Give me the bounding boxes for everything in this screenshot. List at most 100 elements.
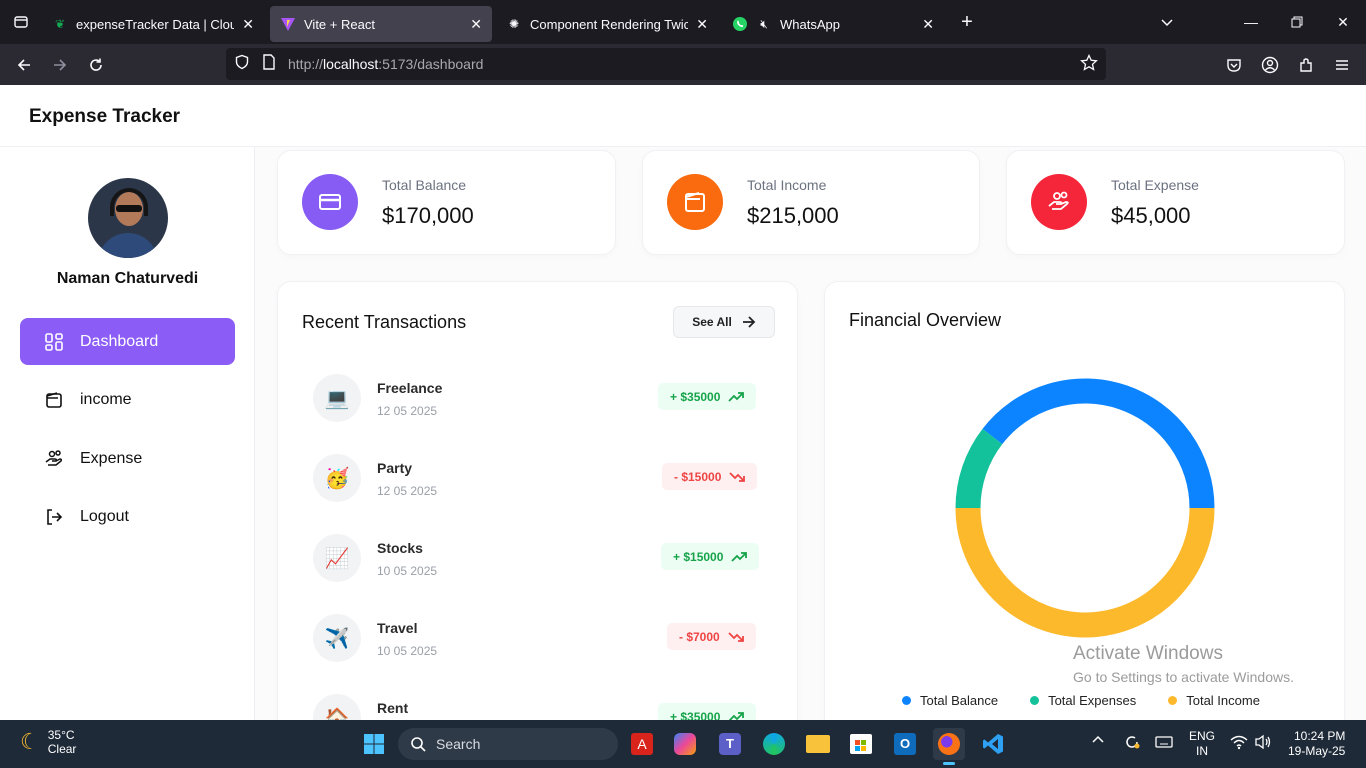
stat-label: Total Balance (382, 177, 467, 193)
store-icon[interactable] (845, 728, 877, 760)
close-tab-icon[interactable]: ✕ (696, 16, 708, 33)
acrobat-icon[interactable]: A (626, 728, 658, 760)
url-text[interactable]: http://localhost:5173/dashboard (288, 56, 483, 72)
page-icon[interactable] (262, 53, 276, 75)
transaction-date: 12 05 2025 (377, 484, 438, 498)
teams-icon[interactable]: T (714, 728, 746, 760)
transaction-name: Party (377, 460, 413, 476)
new-tab-button[interactable]: + (950, 5, 984, 39)
transaction-name: Stocks (377, 540, 423, 556)
sidebar-item-label: Dashboard (80, 332, 159, 350)
stat-value: $215,000 (747, 203, 839, 228)
chart-emoji: 📈 (313, 534, 361, 582)
stat-label: Total Income (747, 177, 827, 193)
airplane-emoji: ✈️ (313, 614, 361, 662)
moon-icon: ☾ (20, 729, 40, 754)
wallet-icon (44, 390, 64, 410)
stat-card-balance: Total Balance $170,000 (277, 150, 616, 255)
trend-up-icon (728, 711, 745, 720)
tab-overview-icon[interactable] (0, 0, 42, 44)
list-all-tabs-icon[interactable] (1144, 0, 1190, 44)
logout-icon (44, 507, 64, 527)
transaction-amount: - $15000 (662, 463, 758, 490)
firefox-icon[interactable] (933, 728, 965, 765)
taskbar-search[interactable]: Search (398, 728, 618, 760)
legend-item-expenses: Total Expenses (1030, 693, 1136, 708)
transaction-row[interactable]: 🥳 Party 12 05 2025 - $15000 (313, 454, 763, 504)
account-icon[interactable] (1252, 49, 1288, 81)
stat-card-income: Total Income $215,000 (642, 150, 980, 255)
transaction-date: 10 05 2025 (377, 564, 438, 578)
windows-start-icon[interactable] (358, 728, 390, 760)
vite-icon (280, 16, 296, 32)
transaction-amount: - $7000 (667, 623, 756, 650)
vscode-icon[interactable] (977, 728, 1009, 760)
transaction-row[interactable]: 🏠 Rent + $35000 (313, 694, 763, 720)
extensions-icon[interactable] (1288, 49, 1324, 81)
trend-down-icon (729, 471, 746, 482)
volume-icon[interactable] (1254, 734, 1272, 753)
app-page: Expense Tracker Naman Chaturvedi Dashboa… (0, 85, 1366, 720)
see-all-button[interactable]: See All (673, 306, 775, 338)
sidebar-item-label: Logout (80, 507, 129, 525)
pocket-icon[interactable] (1216, 49, 1252, 81)
chevron-up-icon[interactable] (1092, 734, 1104, 749)
sync-icon[interactable] (1123, 733, 1141, 754)
forward-icon[interactable] (42, 49, 78, 81)
copilot-icon[interactable] (669, 728, 701, 760)
browser-tab-stackoverflow[interactable]: ✺ Component Rendering Twice De ✕ (496, 6, 718, 42)
sidebar-item-expense[interactable]: Expense (20, 435, 235, 482)
keyboard-icon[interactable] (1155, 735, 1173, 752)
close-tab-icon[interactable]: ✕ (242, 16, 254, 33)
sidebar-item-logout[interactable]: Logout (20, 493, 235, 540)
close-tab-icon[interactable]: ✕ (922, 16, 934, 33)
donut-slice-total-income[interactable] (955, 507, 1215, 638)
file-explorer-icon[interactable] (802, 728, 834, 760)
minimize-icon[interactable]: — (1228, 0, 1274, 44)
back-icon[interactable] (6, 49, 42, 81)
browser-tab-vite[interactable]: Vite + React ✕ (270, 6, 492, 42)
language-indicator[interactable]: ENG IN (1189, 729, 1215, 759)
menu-icon[interactable] (1324, 49, 1360, 81)
browser-tab-mongodb[interactable]: ❦ expenseTracker Data | Cloud: M ✕ (42, 6, 264, 42)
browser-tab-whatsapp[interactable]: 🔇︎ WhatsApp ✕ (722, 6, 944, 42)
avatar (88, 178, 168, 258)
recent-transactions-card: Recent Transactions See All 💻 Freelance … (277, 281, 798, 720)
transaction-row[interactable]: 📈 Stocks 10 05 2025 + $15000 (313, 534, 763, 584)
sidebar-item-income[interactable]: income (20, 376, 235, 423)
outlook-icon[interactable]: O (889, 728, 921, 760)
transaction-row[interactable]: 💻 Freelance 12 05 2025 + $35000 (313, 374, 763, 424)
hand-coins-icon (1031, 174, 1087, 230)
bookmark-star-icon[interactable] (1080, 53, 1098, 77)
wallet-icon (667, 174, 723, 230)
close-window-icon[interactable]: ✕ (1320, 0, 1366, 44)
section-title: Recent Transactions (302, 312, 467, 332)
trend-up-icon (731, 551, 748, 562)
restore-icon[interactable] (1274, 0, 1320, 44)
transaction-row[interactable]: ✈️ Travel 10 05 2025 - $7000 (313, 614, 763, 664)
openai-icon: ✺ (508, 17, 520, 31)
sidebar-item-label: income (80, 390, 132, 408)
mongodb-leaf-icon: ❦ (54, 17, 66, 31)
sidebar-item-dashboard[interactable]: Dashboard (20, 318, 235, 365)
transaction-date: 12 05 2025 (377, 404, 438, 418)
arrow-right-icon (742, 316, 756, 328)
donut-slice-total-balance[interactable] (982, 378, 1215, 509)
legend-item-balance: Total Balance (902, 693, 998, 708)
party-emoji: 🥳 (313, 454, 361, 502)
donut-slice-total-expenses[interactable] (955, 428, 1003, 509)
clock[interactable]: 10:24 PM 19-May-25 (1288, 729, 1345, 759)
close-tab-icon[interactable]: ✕ (470, 16, 482, 33)
wifi-icon[interactable] (1230, 734, 1248, 753)
financial-donut-chart (955, 378, 1215, 638)
transaction-amount: + $35000 (658, 383, 757, 410)
mute-icon[interactable]: 🔇︎ (756, 16, 772, 32)
weather-widget[interactable]: ☾ 35°C Clear (20, 728, 76, 756)
reload-icon[interactable] (78, 49, 114, 81)
app-title: Expense Tracker (29, 106, 181, 127)
transaction-name: Freelance (377, 380, 443, 396)
url-bar[interactable]: http://localhost:5173/dashboard (226, 48, 1106, 80)
chart-legend: Total Balance Total Expenses Total Incom… (902, 693, 1292, 708)
edge-icon[interactable] (758, 728, 790, 760)
shield-icon[interactable] (234, 54, 250, 75)
